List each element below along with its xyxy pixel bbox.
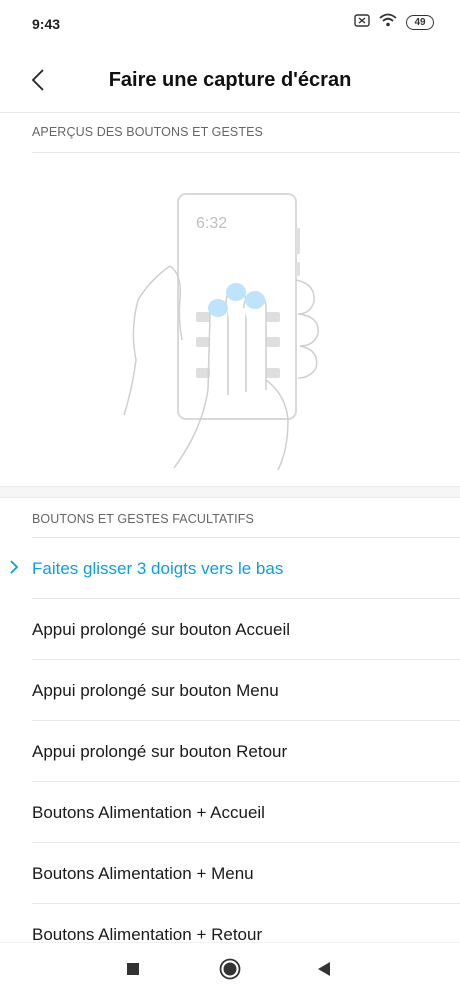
option-item[interactable]: Boutons Alimentation + Menu	[0, 843, 460, 904]
navigation-bar	[0, 942, 460, 998]
back-icon	[317, 961, 331, 982]
status-time: 9:43	[32, 16, 61, 32]
option-item[interactable]: Appui prolongé sur bouton Accueil	[0, 599, 460, 660]
preview-section-title: APERÇUS DES BOUTONS ET GESTES	[32, 125, 263, 139]
wifi-icon	[379, 13, 397, 32]
option-label: Appui prolongé sur bouton Accueil	[32, 620, 291, 639]
option-label: Appui prolongé sur bouton Menu	[32, 681, 279, 700]
sim-off-icon	[354, 13, 370, 32]
gesture-illustration: 6:32	[110, 180, 350, 480]
option-item[interactable]: Appui prolongé sur bouton Retour	[0, 721, 460, 782]
option-list: Faites glisser 3 doigts vers le bas Appu…	[0, 538, 460, 965]
option-label: Faites glisser 3 doigts vers le bas	[32, 559, 284, 578]
option-label: Appui prolongé sur bouton Retour	[32, 742, 288, 761]
back-nav-button[interactable]	[310, 957, 338, 985]
preview-section-divider	[32, 152, 460, 153]
page-title: Faire une capture d'écran	[108, 69, 352, 91]
option-item[interactable]: Appui prolongé sur bouton Menu	[0, 660, 460, 721]
header: Faire une capture d'écran	[0, 50, 460, 113]
option-label: Boutons Alimentation + Menu	[32, 864, 254, 883]
options-section-title: BOUTONS ET GESTES FACULTATIFS	[32, 512, 254, 526]
home-icon	[219, 958, 241, 985]
option-label: Boutons Alimentation + Accueil	[32, 803, 265, 822]
section-gap	[0, 486, 460, 498]
illustration-time: 6:32	[196, 215, 227, 232]
status-bar: 9:43 49	[0, 0, 460, 50]
recents-button[interactable]	[119, 957, 147, 985]
option-item[interactable]: Faites glisser 3 doigts vers le bas	[0, 538, 460, 599]
status-icons: 49	[354, 13, 434, 32]
option-item[interactable]: Boutons Alimentation + Accueil	[0, 782, 460, 843]
recents-icon	[126, 962, 140, 981]
battery-icon: 49	[406, 15, 434, 30]
chevron-right-icon	[10, 560, 19, 579]
home-button[interactable]	[216, 957, 244, 985]
